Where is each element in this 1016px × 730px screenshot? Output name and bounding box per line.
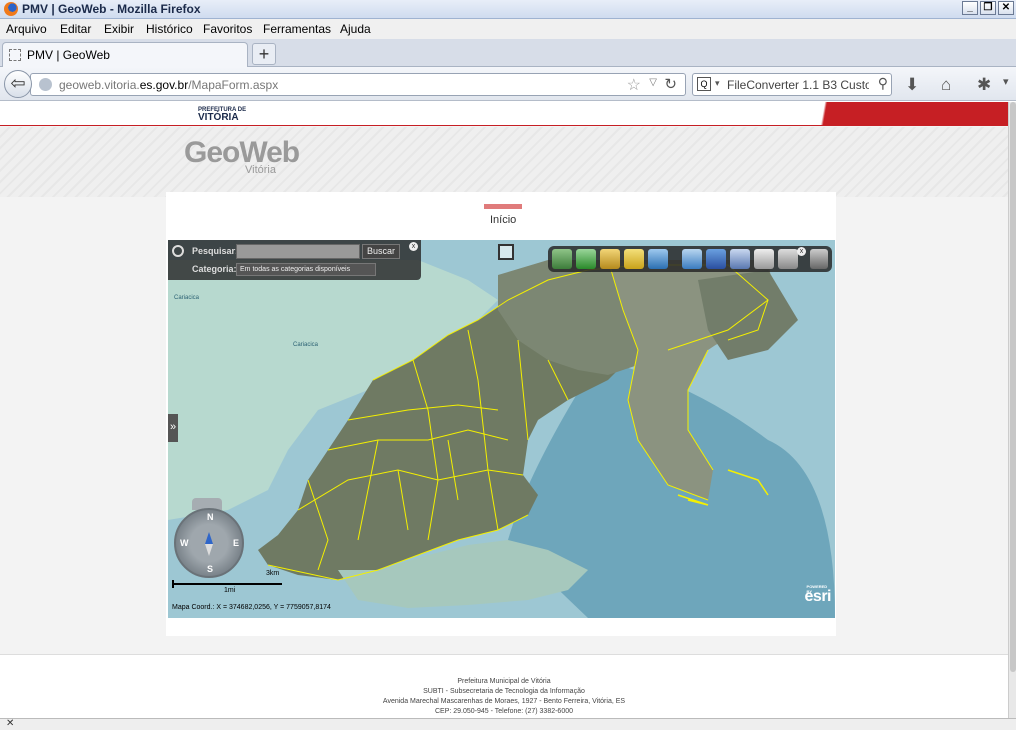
search-icon[interactable]: ⚲ xyxy=(878,75,888,92)
navigation-compass[interactable]: N S E W xyxy=(174,508,244,578)
scale-mi-label: 1mi xyxy=(224,587,236,594)
top-stripe: PREFEITURA DE VITÓRIA xyxy=(0,102,1008,126)
maximize-button[interactable]: ❐ xyxy=(980,1,996,15)
new-tab-button[interactable]: + xyxy=(252,43,276,65)
page-footer: Prefeitura Municipal de Vitória SUBTI - … xyxy=(0,654,1008,718)
geoweb-logo[interactable]: GeoWeb xyxy=(184,136,300,170)
category-select[interactable]: Em todas as categorias disponíveis xyxy=(236,263,376,276)
identify-tool-icon[interactable] xyxy=(648,249,668,269)
firefox-icon xyxy=(4,2,18,16)
menu-favoritos[interactable]: Favoritos xyxy=(203,22,252,36)
footer-dept: SUBTI - Subsecretaria de Tecnologia da I… xyxy=(423,688,585,695)
esri-logo[interactable]: POWERED BY esri xyxy=(805,584,832,606)
layers-tool-icon[interactable] xyxy=(576,249,596,269)
menu-exibir[interactable]: Exibir xyxy=(104,22,134,36)
window-title: PMV | GeoWeb - Mozilla Firefox xyxy=(22,2,201,16)
measure-tool-icon[interactable] xyxy=(624,249,644,269)
menu-editar[interactable]: Editar xyxy=(60,22,91,36)
menu-arquivo[interactable]: Arquivo xyxy=(6,22,47,36)
red-swoosh xyxy=(778,102,1008,126)
footer-org: Prefeitura Municipal de Vitória xyxy=(457,678,551,685)
geoweb-subtitle: Vitória xyxy=(245,164,276,176)
map-place-label: Cariacica xyxy=(174,295,200,301)
minimize-button[interactable]: _ xyxy=(962,1,978,15)
basemap-tool-icon[interactable] xyxy=(552,249,572,269)
search-engine-icon[interactable]: Q xyxy=(697,77,711,91)
tab-pmv-geoweb[interactable]: PMV | GeoWeb xyxy=(2,42,248,67)
navigation-bar: geoweb.vitoria.es.gov.br/MapaForm.aspx ☆… xyxy=(0,67,1016,101)
home-icon[interactable]: ⌂ xyxy=(941,75,951,95)
map-search-input[interactable] xyxy=(236,244,360,259)
footer-address: Avenida Marechal Mascarenhas de Moraes, … xyxy=(382,698,626,705)
search-label: Pesquisar: xyxy=(192,246,239,256)
category-label: Categoria: xyxy=(192,264,237,274)
url-text[interactable]: geoweb.vitoria.es.gov.br/MapaForm.aspx xyxy=(59,78,278,92)
scale-bar: 3km 1mi xyxy=(172,570,282,600)
search-engine-dropdown-icon[interactable]: ▾ xyxy=(715,78,720,89)
menu-historico[interactable]: Histórico xyxy=(146,22,193,36)
menu-ajuda[interactable]: Ajuda xyxy=(340,22,371,36)
map-place-label: Cariacica xyxy=(293,342,319,348)
url-bar[interactable]: geoweb.vitoria.es.gov.br/MapaForm.aspx ☆… xyxy=(30,73,686,96)
globe-tool-icon[interactable] xyxy=(706,249,726,269)
search-icon xyxy=(172,245,184,257)
overview-tool-icon[interactable] xyxy=(682,249,702,269)
compass-north[interactable]: N xyxy=(207,512,214,522)
page-scrollbar[interactable] xyxy=(1008,102,1016,718)
compass-east[interactable]: E xyxy=(233,538,239,548)
map-search-panel: Pesquisar: Buscar Categoria: Em todas as… xyxy=(168,240,421,280)
scale-line xyxy=(172,583,282,585)
globe-icon xyxy=(39,78,52,91)
map-coordinates: Mapa Coord.: X = 374682,0256, Y = 775905… xyxy=(172,604,331,611)
draw-tool-icon[interactable] xyxy=(600,249,620,269)
reload-icon[interactable]: ↻ xyxy=(664,75,677,93)
compass-west[interactable]: W xyxy=(180,538,189,548)
overflow-chevron-icon[interactable]: ▾ xyxy=(1003,75,1009,88)
export-tool-icon[interactable] xyxy=(778,249,798,269)
scrollbar-thumb[interactable] xyxy=(1010,102,1016,672)
scale-tick xyxy=(172,580,174,588)
full-extent-icon[interactable] xyxy=(498,244,514,260)
bookmark-star-icon[interactable]: ☆ xyxy=(627,75,641,95)
url-dropdown-icon[interactable]: ▽ xyxy=(649,77,657,88)
print-tool-icon[interactable] xyxy=(754,249,774,269)
pmv-logo[interactable]: PREFEITURA DE VITÓRIA xyxy=(198,106,246,123)
zoom-tool-icon[interactable] xyxy=(730,249,750,269)
map-canvas[interactable] xyxy=(168,240,835,618)
tab-inicio[interactable]: Início xyxy=(490,214,516,226)
side-panel-expander[interactable]: » xyxy=(168,414,178,442)
compass-needle-icon xyxy=(205,532,213,556)
window-titlebar: PMV | GeoWeb - Mozilla Firefox _ ❐ ✕ xyxy=(0,0,1016,19)
settings-tool-icon[interactable] xyxy=(810,249,828,269)
tab-inicio-indicator xyxy=(484,204,522,209)
tab-label: PMV | GeoWeb xyxy=(27,48,110,62)
search-bar[interactable]: Q ▾ FileConverter 1.1 B3 Customiz ⚲ xyxy=(692,73,892,96)
addon-icon[interactable]: ✱ xyxy=(977,75,991,95)
menu-bar: Arquivo Editar Exibir Histórico Favorito… xyxy=(0,19,1016,39)
page-favicon-icon xyxy=(9,49,21,61)
map-toolbar: x xyxy=(548,246,832,272)
status-close-icon[interactable]: ✕ xyxy=(6,718,14,729)
search-input[interactable]: FileConverter 1.1 B3 Customiz xyxy=(727,78,869,92)
close-window-button[interactable]: ✕ xyxy=(998,1,1014,15)
window-controls: _ ❐ ✕ xyxy=(962,1,1014,15)
download-icon[interactable]: ⬇ xyxy=(905,75,919,95)
web-page: PREFEITURA DE VITÓRIA GeoWeb Vitória Iníc… xyxy=(0,102,1008,718)
toolbar-close-button[interactable]: x xyxy=(797,247,806,256)
compass-south[interactable]: S xyxy=(207,564,213,574)
back-button[interactable]: ⇦ xyxy=(4,70,32,98)
content-panel: Início Cariacica Cariacica Pesquisar: Bu… xyxy=(166,192,836,636)
tab-strip: PMV | GeoWeb + xyxy=(0,39,1016,67)
map-view[interactable]: Cariacica Cariacica Pesquisar: Buscar Ca… xyxy=(168,240,835,618)
scale-km-label: 3km xyxy=(266,570,280,577)
header-background xyxy=(0,127,1008,197)
search-panel-close-button[interactable]: x xyxy=(409,242,418,251)
menu-ferramentas[interactable]: Ferramentas xyxy=(263,22,331,36)
status-bar: ✕ xyxy=(0,718,1016,730)
map-search-button[interactable]: Buscar xyxy=(362,244,400,259)
footer-contact: CEP: 29.050-945 - Telefone: (27) 3382-60… xyxy=(434,708,574,715)
